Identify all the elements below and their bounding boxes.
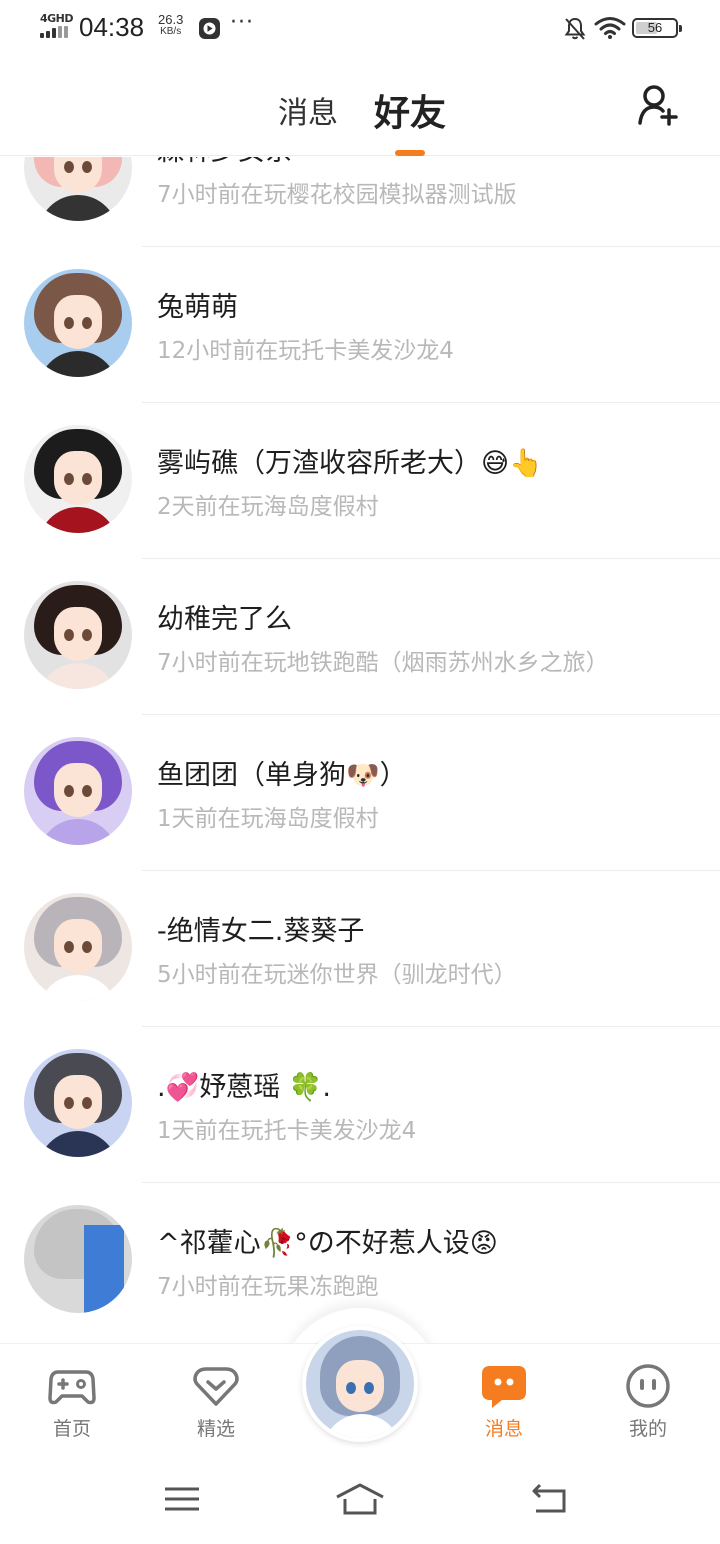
gamepad-icon [48,1370,96,1405]
menu-icon[interactable] [157,1481,207,1517]
friend-list-item[interactable]: 雾屿礁（万渣收容所老大）😅👆 2天前在玩海岛度假村 [0,403,720,559]
friend-avatar[interactable] [24,157,132,221]
clock: 04:38 [79,12,145,42]
nav-featured[interactable]: 精选 [166,1344,266,1454]
battery-icon: 56 [632,18,682,38]
wifi-icon [594,17,626,39]
nav-profile[interactable]: 我的 [598,1344,698,1454]
network-speed-unit: KB/s [160,26,182,37]
friend-name: 森林少女系 [157,157,292,168]
network-speed-value: 26.3 [158,12,184,27]
friend-list-item[interactable]: 兔萌萌 12小时前在玩托卡美发沙龙4 [0,247,720,403]
add-friend-icon[interactable] [636,83,680,127]
more-notifications-icon: ··· [230,10,254,35]
back-icon[interactable] [524,1481,574,1517]
friend-status: 7小时前在玩地铁跑酷（烟雨苏州水乡之旅） [157,650,609,676]
friend-list-item[interactable]: 森林少女系 7小时前在玩樱花校园模拟器测试版 [0,157,720,247]
battery-percent: 56 [647,20,663,35]
friend-status: 1天前在玩托卡美发沙龙4 [157,1118,417,1144]
friend-status: 2天前在玩海岛度假村 [157,494,379,520]
friend-avatar[interactable] [24,425,132,533]
friend-avatar[interactable] [24,737,132,845]
friend-status: 5小时前在玩迷你世界（驯龙时代） [157,962,517,988]
friend-name: .💞妤蒽瑶 🍀. [157,1072,331,1103]
nav-home[interactable]: 首页 [22,1344,122,1454]
friend-status: 12小时前在玩托卡美发沙龙4 [157,338,454,364]
chat-bubble-icon [482,1366,526,1408]
nav-featured-label: 精选 [196,1418,235,1440]
heart-chevron-icon [193,1367,239,1406]
friend-name: 雾屿礁（万渣收容所老大）😅👆 [157,448,543,479]
tab-messages[interactable]: 消息 [278,88,338,132]
friend-list-item[interactable]: 幼稚完了么 7小时前在玩地铁跑酷（烟雨苏州水乡之旅） [0,559,720,715]
friend-list[interactable]: 森林少女系 7小时前在玩樱花校园模拟器测试版 兔萌萌 12小时前在玩托卡美发沙龙… [0,157,720,1343]
tab-friends[interactable]: 好友 [374,84,446,136]
bell-off-icon [564,17,586,40]
friend-status: 7小时前在玩果冻跑跑 [157,1274,379,1300]
center-user-avatar[interactable] [302,1326,418,1442]
friend-avatar[interactable] [24,1205,132,1313]
smiley-icon [626,1364,670,1408]
active-tab-indicator [395,150,425,156]
signal-icon [40,26,70,38]
home-icon[interactable] [335,1481,385,1517]
friend-avatar[interactable] [24,269,132,377]
status-bar: 4GHD 04:38 26.3 KB/s ··· 56 [0,0,720,56]
friend-list-item[interactable]: 鱼团团（单身狗🐶） 1天前在玩海岛度假村 [0,715,720,871]
friend-avatar[interactable] [24,581,132,689]
nav-messages[interactable]: 消息 [454,1344,554,1454]
friend-avatar[interactable] [24,893,132,1001]
friend-name: -绝情女二.葵葵子 [157,916,365,947]
friend-status: 1天前在玩海岛度假村 [157,806,379,832]
top-header: 消息 好友 [0,56,720,156]
friend-name: 鱼团团（单身狗🐶） [157,760,407,791]
system-navigation-bar [0,1453,720,1544]
friend-status: 7小时前在玩樱花校园模拟器测试版 [157,182,517,208]
network-type: 4GHD [40,12,74,25]
friend-list-item[interactable]: .💞妤蒽瑶 🍀. 1天前在玩托卡美发沙龙4 [0,1027,720,1183]
friend-avatar[interactable] [24,1049,132,1157]
media-play-icon [199,18,220,39]
nav-messages-label: 消息 [484,1418,523,1440]
network-speed: 26.3 KB/s [158,12,184,38]
friend-name: 兔萌萌 [157,292,238,323]
friend-list-item[interactable]: -绝情女二.葵葵子 5小时前在玩迷你世界（驯龙时代） [0,871,720,1027]
nav-home-label: 首页 [52,1418,91,1440]
friend-name: 幼稚完了么 [157,604,292,635]
nav-profile-label: 我的 [628,1418,667,1440]
friend-name: ^祁藿心🥀°の不好惹人设😡 [157,1228,498,1259]
